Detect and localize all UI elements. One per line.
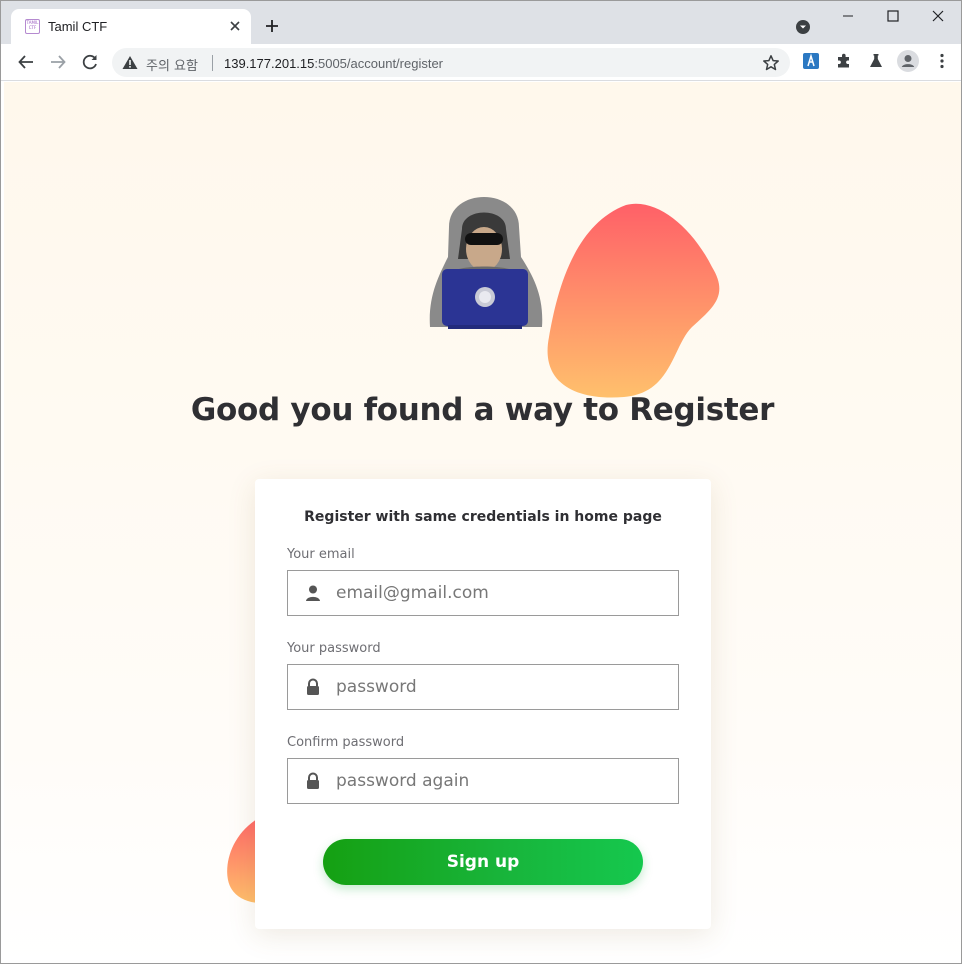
more-icon[interactable] xyxy=(933,52,951,70)
email-label: Your email xyxy=(287,547,355,562)
reload-icon[interactable] xyxy=(81,53,99,71)
url-text[interactable]: 139.177.201.15:5005/account/register xyxy=(224,56,443,71)
lock-icon xyxy=(307,772,319,789)
page-viewport: Good you found a way to Register Registe… xyxy=(4,82,961,963)
forward-icon[interactable] xyxy=(49,53,67,71)
register-form: Register with same credentials in home p… xyxy=(255,479,711,929)
address-bar[interactable]: 주의 요함 139.177.201.15:5005/account/regist… xyxy=(112,48,790,77)
user-icon xyxy=(306,585,320,601)
minimize-icon[interactable] xyxy=(833,5,863,27)
password-field-wrapper xyxy=(287,664,679,710)
email-input[interactable] xyxy=(336,571,666,615)
password-label: Your password xyxy=(287,641,381,656)
tab-strip: TAMIL CTF Tamil CTF xyxy=(1,1,961,44)
back-icon[interactable] xyxy=(17,53,35,71)
confirm-password-label: Confirm password xyxy=(287,735,405,750)
close-tab-icon[interactable] xyxy=(227,18,243,34)
tab-tamil-ctf[interactable]: TAMIL CTF Tamil CTF xyxy=(11,9,251,44)
security-label[interactable]: 주의 요함 xyxy=(146,55,198,74)
hacker-illustration xyxy=(429,197,720,398)
tab-search-icon[interactable] xyxy=(795,19,811,35)
maximize-icon[interactable] xyxy=(878,5,908,27)
sunglasses-icon xyxy=(465,233,503,245)
profile-icon[interactable] xyxy=(897,50,919,72)
browser-window: TAMIL CTF Tamil CTF 주의 요함 139.177.201.15… xyxy=(0,0,962,964)
confirm-password-field-wrapper xyxy=(287,758,679,804)
decorative-blob-large xyxy=(547,203,720,398)
flask-icon[interactable] xyxy=(867,52,885,70)
url-path: :5005/account/register xyxy=(314,56,444,71)
favicon-icon: TAMIL CTF xyxy=(25,19,40,34)
close-window-icon[interactable] xyxy=(923,5,953,27)
email-field-wrapper xyxy=(287,570,679,616)
password-input[interactable] xyxy=(336,665,666,709)
lock-icon xyxy=(307,678,319,695)
confirm-password-input[interactable] xyxy=(336,759,666,803)
sign-up-button[interactable]: Sign up xyxy=(323,839,643,885)
form-heading: Register with same credentials in home p… xyxy=(304,509,662,525)
tab-title: Tamil CTF xyxy=(48,19,108,34)
page-title: Good you found a way to Register xyxy=(190,392,775,428)
omnibox-divider xyxy=(212,55,213,71)
new-tab-icon[interactable] xyxy=(264,18,280,34)
warning-icon[interactable] xyxy=(122,55,138,70)
puzzle-icon[interactable] xyxy=(835,52,853,70)
star-icon[interactable] xyxy=(762,54,780,72)
url-host: 139.177.201.15 xyxy=(224,56,315,71)
browser-toolbar: 주의 요함 139.177.201.15:5005/account/regist… xyxy=(1,44,961,81)
extension-translate-icon[interactable] xyxy=(802,52,820,70)
